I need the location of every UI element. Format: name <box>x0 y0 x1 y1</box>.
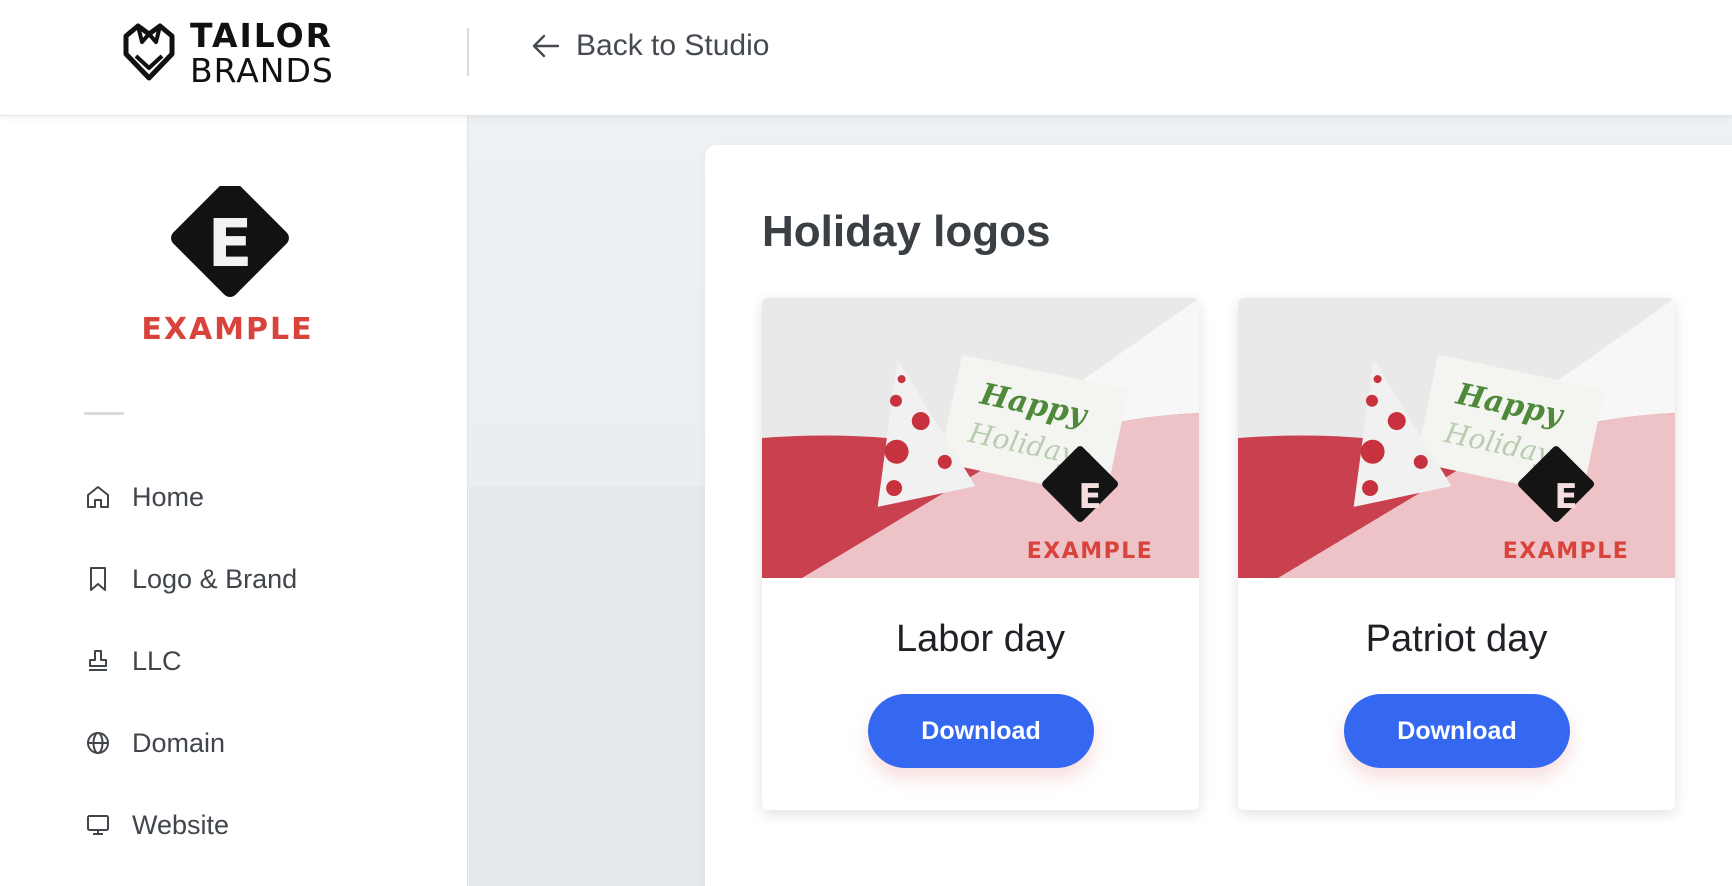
download-button[interactable]: Download <box>868 694 1094 768</box>
sidebar-item-website[interactable]: Website <box>84 784 297 866</box>
back-to-studio-link[interactable]: Back to Studio <box>530 26 769 66</box>
stamp-icon <box>89 650 107 671</box>
card-title: Labor day <box>895 618 1065 660</box>
mockup-brand-name: EXAMPLE <box>1503 539 1630 564</box>
holiday-logo-card: Happy Holidays E EXAMPLE Labor day Downl… <box>762 298 1199 810</box>
card-title: Patriot day <box>1365 618 1548 660</box>
sidebar-item-domain[interactable]: Domain <box>84 702 297 784</box>
holiday-mockup-image[interactable]: Happy Holidays E EXAMPLE <box>762 298 1199 578</box>
section-title: Holiday logos <box>762 207 1051 256</box>
mockup-brand-name: EXAMPLE <box>1027 539 1154 564</box>
mockup-logo-initial: E <box>1078 477 1101 517</box>
header-divider <box>467 28 469 76</box>
sidebar-item-label: Website <box>132 809 230 840</box>
arrow-left-icon <box>532 34 560 58</box>
sidebar-item-logo-brand[interactable]: Logo & Brand <box>84 538 297 620</box>
globe-icon <box>87 732 109 754</box>
business-logo-initial: E <box>207 205 252 282</box>
sidebar-separator <box>84 412 124 415</box>
business-name: EXAMPLE <box>141 312 314 347</box>
sidebar-item-llc[interactable]: LLC <box>84 620 297 702</box>
holiday-mockup-image[interactable]: Happy Holidays E EXAMPLE <box>1238 298 1675 578</box>
sidebar-item-label: Logo & Brand <box>132 563 298 594</box>
holiday-logos-panel: Holiday logos Happy Holidays E EXAMPLE L… <box>705 145 1732 886</box>
brand-name-line1: TAILOR <box>190 16 334 55</box>
back-to-studio-label: Back to Studio <box>576 29 770 62</box>
sidebar-item-label: LLC <box>132 645 182 676</box>
sidebar-item-label: Domain <box>132 727 226 758</box>
mockup-logo-initial: E <box>1554 477 1577 517</box>
sidebar: E EXAMPLE Home Logo & Brand LLC Domain W… <box>0 116 468 886</box>
sidebar-item-label: Home <box>132 481 205 512</box>
download-button[interactable]: Download <box>1344 694 1570 768</box>
monitor-icon <box>87 815 109 835</box>
tailor-brands-mark-icon <box>123 23 175 81</box>
sidebar-item-home[interactable]: Home <box>84 456 297 538</box>
top-header: TAILOR BRANDS Back to Studio <box>0 0 1732 116</box>
holiday-logo-card: Happy Holidays E EXAMPLE Patriot day Dow… <box>1238 298 1675 810</box>
home-icon <box>87 486 109 508</box>
tailor-brands-logo[interactable]: TAILOR BRANDS <box>118 16 334 90</box>
brand-name-line2: BRANDS <box>190 51 334 90</box>
bookmark-icon <box>90 567 106 591</box>
sidebar-nav: Home Logo & Brand LLC Domain Website <box>84 456 297 866</box>
